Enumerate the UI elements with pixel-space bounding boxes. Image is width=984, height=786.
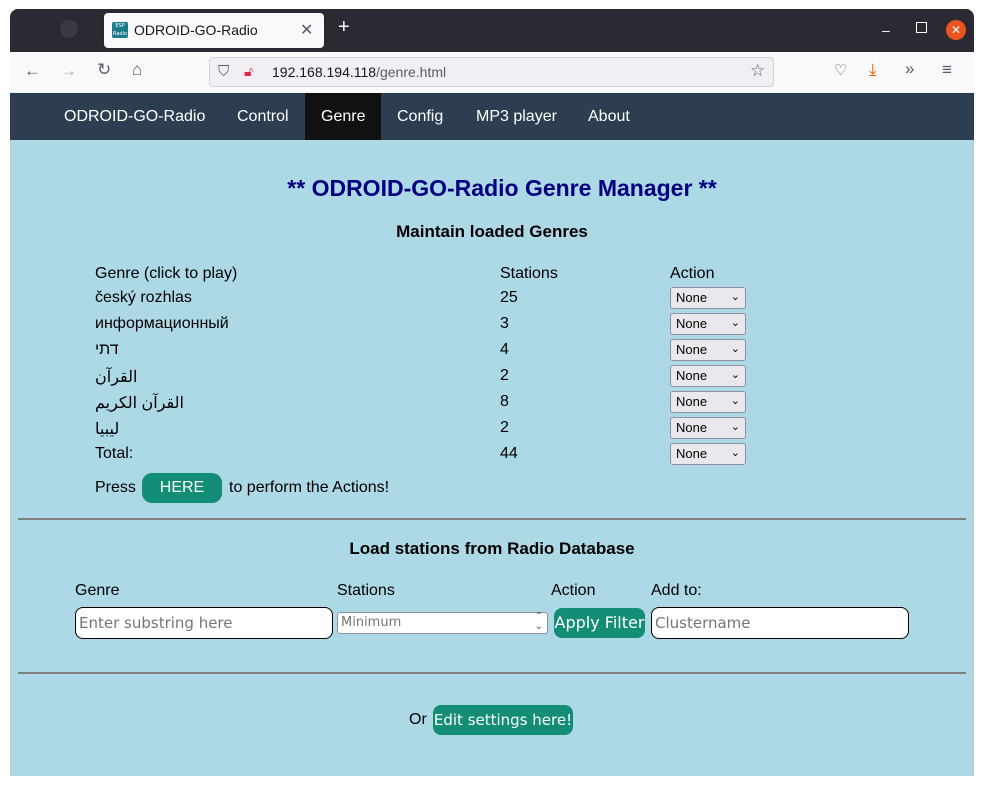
hamburger-menu-icon[interactable]: ≡ <box>942 60 952 80</box>
maximize-icon[interactable] <box>916 22 927 33</box>
section-maintain-title: Maintain loaded Genres <box>396 222 588 241</box>
insecure-lock-icon[interactable]: 🔓︎ <box>244 63 253 80</box>
reload-icon[interactable]: ↻ <box>97 60 111 80</box>
genre-action-select[interactable]: None ⌄ <box>670 417 746 439</box>
filter-action-header: Action <box>551 582 596 599</box>
here-button[interactable]: HERE <box>142 473 222 503</box>
genre-name-link[interactable]: информационный <box>95 315 229 333</box>
back-icon[interactable]: ← <box>24 61 41 81</box>
bookmark-star-icon[interactable]: ☆ <box>750 61 765 81</box>
url-host: 192.168.194.118 <box>272 64 377 80</box>
genre-action-select[interactable]: None ⌄ <box>670 287 746 309</box>
genre-name-link[interactable]: ليبيا <box>95 419 119 439</box>
genre-action-select[interactable]: None ⌄ <box>670 391 746 413</box>
press-suffix-text: to perform the Actions! <box>229 479 390 496</box>
home-icon[interactable]: ⌂ <box>132 60 142 80</box>
menu-item-control[interactable]: Control <box>221 93 305 140</box>
genre-action-select[interactable]: None ⌄ <box>670 365 746 387</box>
site-menubar: ODROID-GO-Radio Control Genre Config MP3… <box>10 93 974 140</box>
pocket-icon[interactable]: ♡ <box>834 61 847 79</box>
spinner-icon[interactable]: ⌃ ⌄ <box>535 612 543 632</box>
apply-filter-button[interactable]: Apply Filter <box>554 608 645 638</box>
menu-item-mp3-player[interactable]: MP3 player <box>460 93 573 140</box>
shield-icon[interactable]: ⛉ <box>218 63 229 80</box>
genre-name-link[interactable]: القرآن الكريم <box>95 393 184 413</box>
genre-name-link[interactable]: דתי <box>95 341 119 359</box>
or-text: Or <box>409 711 427 728</box>
genre-action-select[interactable]: None ⌄ <box>670 313 746 335</box>
genre-action-select[interactable]: None ⌄ <box>670 339 746 361</box>
url-bar[interactable]: ⛉ 🔓︎ 192.168.194.118/genre.html ☆ <box>209 57 774 87</box>
minimize-icon[interactable]: – <box>882 22 890 38</box>
stations-column-header: Stations <box>500 265 558 282</box>
menu-item-about[interactable]: About <box>572 93 646 140</box>
tab-close-icon[interactable]: ✕ <box>300 20 313 40</box>
section-load-title: Load stations from Radio Database <box>349 539 635 558</box>
github-icon[interactable] <box>60 20 78 38</box>
menu-item-config[interactable]: Config <box>381 93 459 140</box>
divider <box>18 518 966 520</box>
filter-add-to-header: Add to: <box>651 582 702 599</box>
clustername-input[interactable]: Clustername <box>651 607 909 639</box>
total-action-select[interactable]: None ⌄ <box>670 443 746 465</box>
page-title: ** ODROID-GO-Radio Genre Manager ** <box>287 175 717 201</box>
action-column-header: Action <box>670 265 715 282</box>
favicon-icon: ESP Radio <box>112 22 128 38</box>
chevron-down-icon: ⌄ <box>730 369 740 381</box>
divider <box>18 672 966 674</box>
total-station-count: 44 <box>500 445 518 462</box>
genre-station-count: 8 <box>500 393 509 410</box>
chevron-down-icon: ⌄ <box>730 291 740 303</box>
forward-icon[interactable]: → <box>60 61 77 81</box>
filter-stations-header: Stations <box>337 582 395 599</box>
genre-station-count: 2 <box>500 419 509 436</box>
overflow-chevron-icon[interactable]: » <box>905 59 914 79</box>
new-tab-icon[interactable]: + <box>338 17 350 37</box>
chevron-down-icon: ⌄ <box>730 447 740 459</box>
chevron-down-icon: ⌄ <box>730 343 740 355</box>
genre-name-link[interactable]: القرآن <box>95 367 137 387</box>
chevron-down-icon: ⌄ <box>730 421 740 433</box>
chevron-down-icon: ⌄ <box>730 395 740 407</box>
genre-station-count: 25 <box>500 289 518 306</box>
genre-station-count: 3 <box>500 315 509 332</box>
press-prefix-text: Press <box>95 479 136 496</box>
genre-station-count: 4 <box>500 341 509 358</box>
download-icon[interactable]: ⤓ <box>869 60 877 80</box>
url-path: /genre.html <box>376 64 447 80</box>
min-stations-input[interactable]: Minimum ⌃ ⌄ <box>337 612 548 634</box>
total-label: Total: <box>95 445 134 462</box>
browser-tab[interactable]: ESP Radio ODROID-GO-Radio ✕ <box>104 13 324 48</box>
menu-item-genre[interactable]: Genre <box>305 93 382 140</box>
filter-genre-header: Genre <box>75 582 120 599</box>
genre-column-header: Genre (click to play) <box>95 265 238 282</box>
window-close-icon[interactable]: ✕ <box>946 20 966 40</box>
edit-settings-button[interactable]: Edit settings here! <box>433 705 573 735</box>
genre-substring-input[interactable]: Enter substring here <box>75 607 333 639</box>
genre-station-count: 2 <box>500 367 509 384</box>
menu-item-home[interactable]: ODROID-GO-Radio <box>48 93 221 140</box>
tab-title: ODROID-GO-Radio <box>134 22 258 38</box>
genre-name-link[interactable]: český rozhlas <box>95 289 192 307</box>
chevron-down-icon: ⌄ <box>730 317 740 329</box>
